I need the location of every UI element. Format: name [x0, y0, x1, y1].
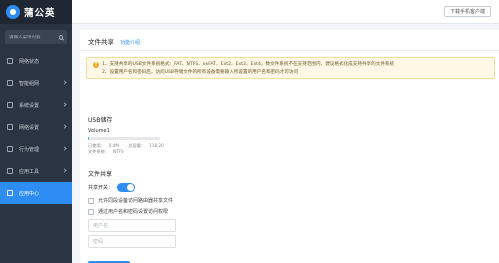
sidebar-item-label: 系统设置 — [19, 102, 40, 109]
chevron-down-icon — [62, 146, 67, 151]
sidebar-item-app-tools[interactable]: 应用工具 — [0, 160, 72, 182]
share-switch-label: 共享开关： — [88, 185, 114, 191]
sidebar-item-label: 应用中心 — [19, 190, 40, 197]
chevron-down-icon — [62, 80, 67, 85]
warning-icon: ! — [93, 62, 99, 68]
user-icon — [7, 146, 13, 152]
allow-lan-label: 允许同段设备访问路由器共享文件 — [98, 198, 174, 204]
sidebar-search-input[interactable] — [9, 34, 59, 40]
share-switch-row: 共享开关： — [88, 183, 136, 192]
toolbox-icon — [7, 168, 13, 174]
sidebar-item-label: 行为管理 — [19, 146, 40, 153]
chevron-down-icon — [62, 124, 67, 129]
search-icon[interactable] — [59, 34, 63, 40]
sidebar-item-app-center[interactable]: 应用中心 — [0, 182, 72, 204]
sidebar-item-network-settings[interactable]: 网络设置 — [0, 116, 72, 138]
sidebar-item-behavior-management[interactable]: 行为管理 — [0, 138, 72, 160]
title-row: 文件共享 功能介绍 — [88, 36, 140, 46]
sidebar-item-label: 网络设置 — [19, 124, 40, 131]
sidebar-item-label: 网络状态 — [19, 58, 40, 65]
chevron-down-icon — [62, 102, 67, 107]
share-section-title: 文件共享 — [88, 171, 113, 178]
fs-label: 文件系统： — [88, 149, 109, 154]
allow-lan-checkbox[interactable] — [88, 197, 94, 204]
notice-line-1: ! 1、支持共享的USB文件系统格式：FAT、NTFS、exFAT、Ext2、E… — [93, 61, 490, 69]
used-label: 已使用： — [88, 143, 105, 148]
sidebar-item-label: 智能组网 — [19, 80, 40, 87]
page-title: 文件共享 — [88, 38, 114, 46]
gear-icon — [7, 102, 13, 108]
usb-volume-name: Volume1 — [88, 128, 110, 134]
used-value: 0.4M — [108, 143, 120, 148]
auth-row: 通过用户名和密码设置访问权限 — [88, 208, 168, 215]
chevron-down-icon — [62, 168, 67, 173]
fs-value: NTFS — [112, 149, 124, 154]
logo[interactable]: 蒲公英 — [0, 0, 72, 24]
network-icon — [7, 80, 13, 86]
sidebar-item-smart-networking[interactable]: 智能组网 — [0, 72, 72, 94]
logo-text: 蒲公英 — [24, 8, 56, 19]
auth-checkbox[interactable] — [88, 208, 94, 215]
monitor-icon — [7, 58, 13, 64]
username-field[interactable] — [88, 219, 176, 232]
notice-text-1: 1、支持共享的USB文件系统格式：FAT、NTFS、exFAT、Ext2、Ext… — [102, 62, 395, 67]
total-value: 118.20 — [149, 143, 164, 148]
sidebar: 蒲公英 网络状态 智能组网 系统设置 网络设置 行为管理 — [0, 0, 72, 263]
allow-lan-row: 允许同段设备访问路由器共享文件 — [88, 197, 173, 204]
sidebar-search — [5, 30, 67, 44]
total-label: 总容量： — [128, 143, 146, 148]
notice-text-2: 2、设置用户名和密码后，访问USB存储文件的所有设备需要输入所设置的用户名和密码… — [102, 70, 299, 75]
sidebar-item-system-settings[interactable]: 系统设置 — [0, 94, 72, 116]
sidebar-item-network-status[interactable]: 网络状态 — [0, 50, 72, 72]
globe-icon — [7, 124, 13, 130]
feature-intro-link[interactable]: 功能介绍 — [120, 39, 140, 46]
download-app-button[interactable]: 下载手机客户端 — [443, 6, 491, 17]
sidebar-nav: 网络状态 智能组网 系统设置 网络设置 行为管理 应用工具 应用中心 — [0, 50, 72, 204]
auth-label: 通过用户名和密码设置访问权限 — [98, 209, 169, 215]
share-toggle[interactable] — [117, 183, 136, 192]
divider — [80, 50, 499, 51]
sidebar-item-label: 应用工具 — [19, 168, 40, 175]
usb-section-title: USB储存 — [88, 117, 113, 124]
dandelion-logo-icon — [6, 5, 20, 19]
usb-meta: 已使用： 0.4M 总容量： 118.20 文件系统： NTFS — [88, 143, 172, 155]
top-bar: 下载手机客户端 — [72, 0, 499, 24]
notice-box: ! 1、支持共享的USB文件系统格式：FAT、NTFS、exFAT、Ext2、E… — [86, 57, 495, 79]
notice-line-2: 2、设置用户名和密码后，访问USB存储文件的所有设备需要输入所设置的用户名和密码… — [93, 69, 490, 77]
usb-capacity-fill — [88, 137, 90, 140]
grid-icon — [7, 190, 13, 196]
password-field[interactable] — [88, 235, 176, 248]
usb-capacity-bar — [88, 137, 160, 140]
main-panel: 文件共享 功能介绍 ! 1、支持共享的USB文件系统格式：FAT、NTFS、ex… — [80, 30, 499, 263]
